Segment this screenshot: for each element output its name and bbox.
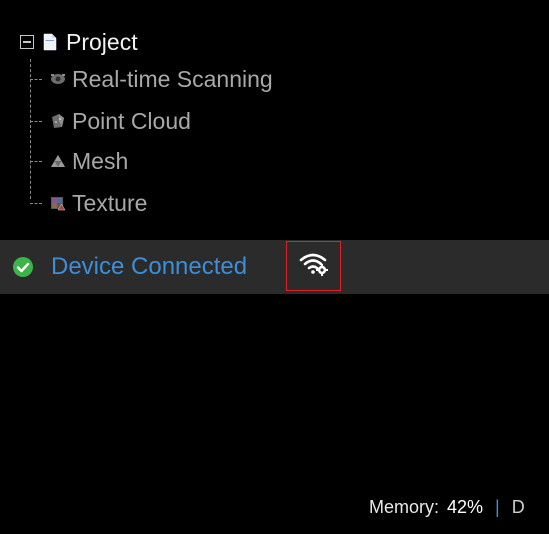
- tree-connector: [30, 202, 42, 204]
- truncated-status-text: D: [511, 496, 525, 517]
- project-tree: Project Real-time Scanning Point Cloud M…: [0, 0, 549, 240]
- texture-icon: [50, 195, 66, 211]
- check-circle-icon: [12, 256, 34, 278]
- tree-item-mesh[interactable]: Mesh: [30, 146, 128, 176]
- tree-item-texture[interactable]: Texture: [30, 188, 147, 218]
- scanner-icon: [50, 71, 66, 87]
- memory-indicator: Memory: 42% | D: [369, 480, 525, 534]
- connection-status: Device Connected: [12, 240, 247, 294]
- tree-item-label: Real-time Scanning: [72, 66, 273, 92]
- wifi-settings-icon: [299, 251, 329, 282]
- status-separator: |: [495, 496, 500, 517]
- mesh-icon: [50, 153, 66, 169]
- tree-item-label: Mesh: [72, 148, 129, 174]
- tree-item-label: Point Cloud: [72, 108, 191, 134]
- tree-connector: [30, 120, 42, 122]
- tree-item-label: Project: [66, 29, 138, 55]
- memory-label: Memory:: [369, 496, 440, 517]
- collapse-minus-icon[interactable]: [20, 35, 34, 49]
- tree-item-project[interactable]: Project: [20, 27, 138, 57]
- status-bar: Device Connected Memory: 42% | D: [0, 240, 549, 517]
- tree-item-real-time-scanning[interactable]: Real-time Scanning: [30, 64, 273, 94]
- tree-item-label: Texture: [72, 190, 148, 216]
- tree-connector: [30, 78, 42, 80]
- tree-connector: [30, 160, 42, 162]
- point-cloud-icon: [50, 113, 66, 129]
- wifi-settings-button[interactable]: [286, 241, 341, 291]
- connection-status-text: Device Connected: [51, 253, 248, 280]
- document-icon: [43, 33, 57, 51]
- tree-item-point-cloud[interactable]: Point Cloud: [30, 106, 191, 136]
- memory-value: 42%: [447, 496, 484, 517]
